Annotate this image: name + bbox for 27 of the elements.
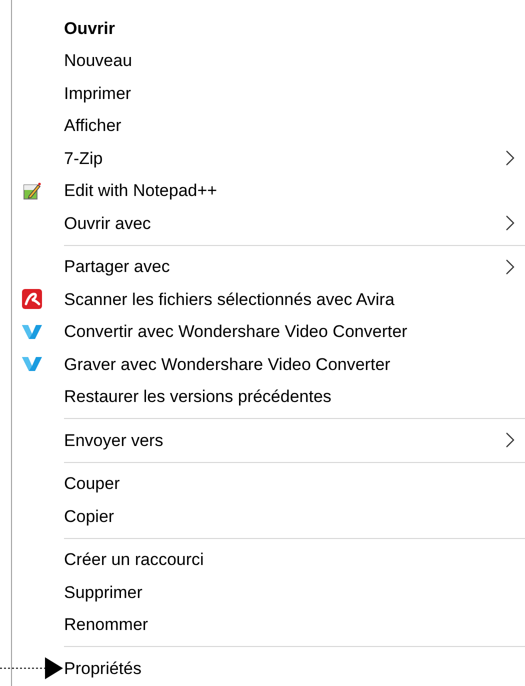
- chevron-right-icon: [505, 258, 515, 275]
- menu-item[interactable]: Renommer: [12, 608, 525, 641]
- scribble-logo-icon: [22, 289, 42, 310]
- menu-item[interactable]: Edit with Notepad++: [12, 174, 525, 207]
- chevron-right-icon: [505, 432, 515, 448]
- menu-item[interactable]: Créer un raccourci: [12, 544, 525, 576]
- chevron-right-icon: [505, 150, 515, 166]
- menu-item[interactable]: Supprimer: [12, 576, 525, 608]
- notepad-icon: [23, 182, 41, 200]
- menu-item[interactable]: Couper: [12, 468, 525, 500]
- menu-item[interactable]: Graver avec Wondershare Video Converter: [12, 348, 525, 380]
- menu-item[interactable]: Imprimer: [12, 77, 525, 110]
- v-logo-icon: [22, 356, 42, 372]
- menu-item[interactable]: Nouveau: [12, 44, 525, 77]
- menu-item[interactable]: Envoyer vers: [12, 424, 525, 456]
- menu-item[interactable]: Copier: [12, 500, 525, 532]
- menu-item[interactable]: 7-Zip: [12, 142, 525, 174]
- v-logo-icon: [22, 324, 42, 340]
- menu-item[interactable]: Ouvrir avec: [12, 207, 525, 240]
- menu-item[interactable]: Convertir avec Wondershare Video Converter: [12, 316, 525, 348]
- menu-item[interactable]: Restaurer les versions précédentes: [12, 380, 525, 413]
- menu-item[interactable]: Afficher: [12, 110, 525, 142]
- menu-item[interactable]: Partager avec: [12, 250, 525, 283]
- menu-item[interactable]: Propriétés: [12, 652, 525, 684]
- chevron-right-icon: [505, 215, 515, 232]
- menu-item[interactable]: Scanner les fichiers sélectionnés avec Avira: [12, 283, 525, 316]
- menu-item[interactable]: Ouvrir: [12, 12, 525, 44]
